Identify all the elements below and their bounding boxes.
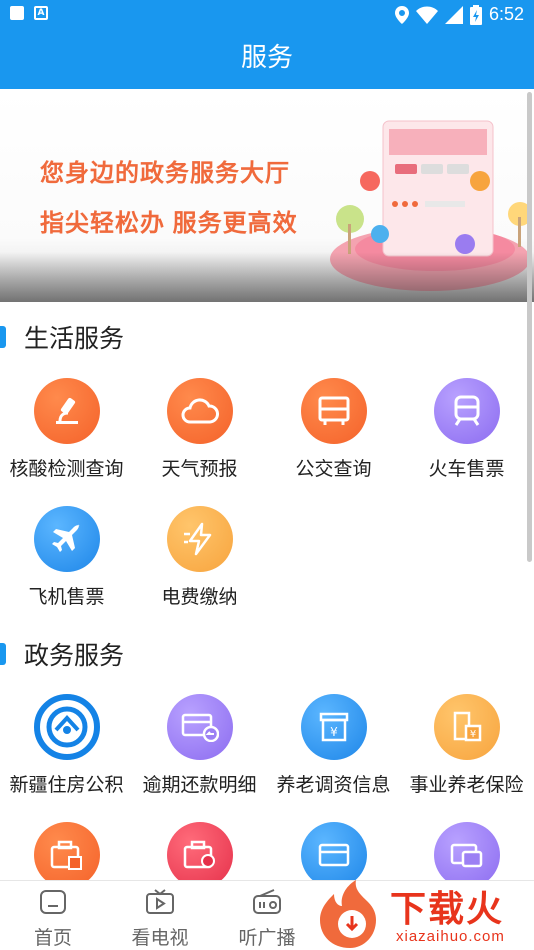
- airplane-icon: [33, 506, 100, 572]
- promo-banner[interactable]: 您身边的政务服务大厅 指尖轻松办 服务更高效: [0, 89, 534, 302]
- service-label: 新疆住房公积: [9, 774, 124, 796]
- page-title: 服务: [0, 28, 534, 89]
- section-life-services: 生活服务: [0, 316, 534, 356]
- card-return-icon: [166, 694, 233, 760]
- building-yuan-icon: ¥: [433, 694, 500, 760]
- battery-icon: [469, 4, 482, 25]
- service-label: 公交查询: [295, 458, 372, 480]
- service-tile-nucleic-test[interactable]: 核酸检测查询: [0, 378, 133, 498]
- service-label: 养老调资信息: [276, 774, 391, 796]
- service-tile-overdue-repayment[interactable]: 逾期还款明细: [133, 694, 266, 814]
- nav-item-radio[interactable]: 听广播: [222, 889, 312, 950]
- service-tile-train[interactable]: 火车售票: [400, 378, 533, 498]
- train-icon: [433, 378, 500, 444]
- service-label: 火车售票: [428, 458, 505, 480]
- service-label: 飞机售票: [28, 586, 105, 608]
- watermark-logo: 下载火 xiazaihuo.com: [314, 878, 534, 950]
- nav-item-tv[interactable]: 看电视: [115, 889, 205, 950]
- service-label: 核酸检测查询: [9, 458, 124, 480]
- radio-icon: [253, 889, 281, 914]
- status-bar: A 6:52: [0, 0, 534, 28]
- flame-logo-icon: [320, 880, 376, 948]
- housing-fund-logo-icon: [33, 694, 100, 760]
- cloud-icon: [166, 378, 233, 444]
- nav-item-home[interactable]: 首页: [8, 889, 98, 950]
- tv-icon: [146, 889, 174, 914]
- service-tile-housing-fund[interactable]: 新疆住房公积: [0, 694, 133, 814]
- banner-line-1: 您身边的政务服务大厅: [40, 160, 290, 187]
- banner-line-2: 指尖轻松办 服务更高效: [40, 210, 298, 237]
- service-tile-weather[interactable]: 天气预报: [133, 378, 266, 498]
- watermark-text: 下载火: [390, 888, 505, 929]
- notification-a-icon: A: [34, 6, 48, 20]
- nav-label: 听广播: [238, 927, 296, 949]
- wallet-forbidden-icon: [166, 822, 233, 888]
- service-label: 电费缴纳: [161, 586, 238, 608]
- scrollbar[interactable]: [527, 92, 532, 562]
- notification-square-icon: [10, 6, 24, 20]
- location-icon: [394, 5, 409, 24]
- bus-icon: [300, 378, 367, 444]
- section-title-life: 生活服务: [24, 324, 125, 353]
- wifi-icon: [415, 6, 438, 24]
- nav-label: 首页: [33, 927, 72, 949]
- watermark-url: xiazaihuo.com: [396, 928, 505, 945]
- svg-text:¥: ¥: [330, 725, 338, 739]
- yuan-box-icon: ¥: [300, 694, 367, 760]
- section-gov-services: 政务服务: [0, 633, 534, 673]
- service-tile-bus[interactable]: 公交查询: [267, 378, 400, 498]
- service-tile-electricity[interactable]: 电费缴纳: [133, 506, 266, 626]
- section-title-gov: 政务服务: [24, 641, 125, 670]
- section-accent-bar: [0, 643, 6, 665]
- service-label: 逾期还款明细: [142, 774, 257, 796]
- service-tile-flight[interactable]: 飞机售票: [0, 506, 133, 626]
- service-tile-pension-adjust[interactable]: ¥ 养老调资信息: [267, 694, 400, 814]
- microscope-icon: [33, 378, 100, 444]
- signal-icon: [444, 5, 463, 24]
- wallet-yuan-icon: [33, 822, 100, 888]
- service-label: 事业养老保险: [409, 774, 524, 796]
- svg-text:¥: ¥: [469, 729, 475, 740]
- banner-shade: [0, 252, 534, 302]
- section-accent-bar: [0, 326, 6, 348]
- service-tile-public-pension[interactable]: ¥ 事业养老保险: [400, 694, 533, 814]
- nav-label: 看电视: [131, 927, 189, 949]
- home-icon: [40, 890, 66, 914]
- lightning-icon: [166, 506, 233, 572]
- service-label: 天气预报: [161, 458, 238, 480]
- clock-time: 6:52: [488, 4, 524, 24]
